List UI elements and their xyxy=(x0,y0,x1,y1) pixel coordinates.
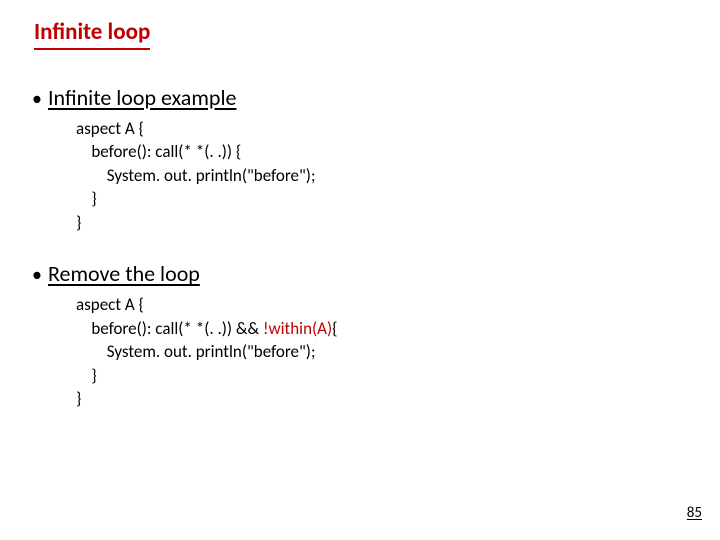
bullet-2-text: Remove the loop xyxy=(48,260,200,287)
bullet-dot-icon: • xyxy=(32,87,42,111)
code-line: before(): call(* *(. .)) { xyxy=(76,140,692,163)
code-line: aspect A { xyxy=(76,117,692,140)
bullet-dot-icon: • xyxy=(32,263,42,287)
title-wrap: Infinite loop xyxy=(28,18,692,66)
code-line: } xyxy=(76,387,692,410)
code-line: } xyxy=(76,211,692,234)
code-block-1: aspect A { before(): call(* *(. .)) { Sy… xyxy=(76,117,692,234)
code-line: System. out. println("before"); xyxy=(76,164,692,187)
bullet-1-text: Infinite loop example xyxy=(48,84,236,111)
code-line: before(): call(* *(. .)) && !within(A){ xyxy=(76,317,692,340)
code-block-2: aspect A { before(): call(* *(. .)) && !… xyxy=(76,293,692,410)
code-highlight: !within(A) xyxy=(263,318,332,339)
bullet-2: • Remove the loop xyxy=(32,260,692,287)
page-number: 85 xyxy=(687,504,702,522)
code-line: aspect A { xyxy=(76,293,692,316)
code-line: System. out. println("before"); xyxy=(76,340,692,363)
code-span: { xyxy=(332,318,337,339)
slide: Infinite loop • Infinite loop example as… xyxy=(0,0,720,540)
slide-title: Infinite loop xyxy=(34,18,150,50)
code-span: before(): call(* *(. .)) && xyxy=(76,318,263,339)
code-line: } xyxy=(76,187,692,210)
code-line: } xyxy=(76,364,692,387)
bullet-1: • Infinite loop example xyxy=(32,84,692,111)
